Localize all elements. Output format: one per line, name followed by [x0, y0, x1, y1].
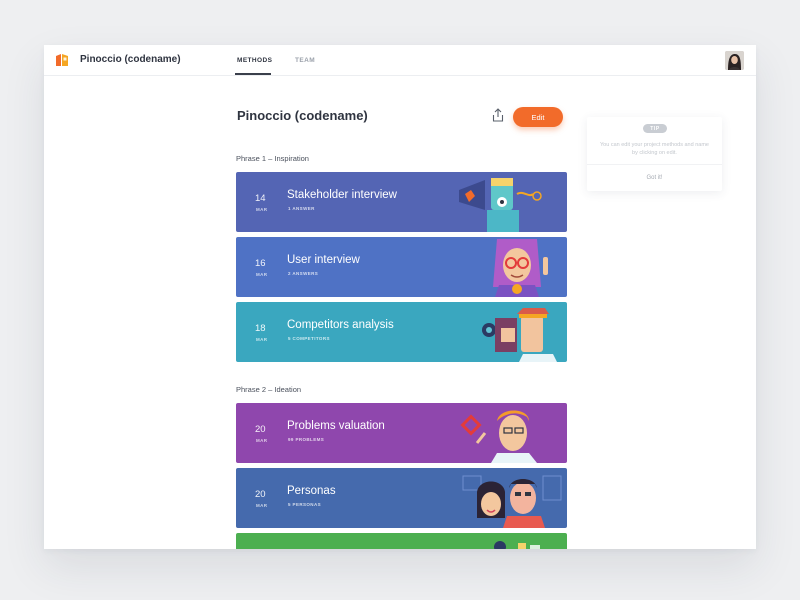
method-card-personas[interactable]: 20 MAR Personas 5 PERSONAS: [236, 468, 567, 528]
card-title: Personas: [287, 485, 336, 497]
page-title: Pinoccio (codename): [237, 108, 368, 123]
tip-divider: [587, 164, 722, 165]
next-card-illustration-icon: [494, 541, 540, 549]
method-card-competitors-analysis[interactable]: 18 MAR Competitors analysis 5 COMPETITOR…: [236, 302, 567, 362]
tip-text: You can edit your project methods and na…: [600, 142, 709, 156]
share-icon[interactable]: [492, 108, 504, 122]
edit-button[interactable]: Edit: [513, 107, 563, 127]
card-subtitle: 2 ANSWERS: [288, 271, 319, 276]
card-title: User interview: [287, 254, 360, 266]
card-subtitle: 99 PROBLEMS: [288, 437, 325, 442]
thinking-man-illustration-icon: [460, 410, 537, 463]
method-card-problems-valuation[interactable]: 20 MAR Problems valuation 99 PROBLEMS: [236, 403, 567, 463]
tip-popover: TIP You can edit your project methods an…: [587, 117, 722, 191]
card-title: Problems valuation: [287, 420, 385, 432]
card-day: 14: [255, 193, 266, 204]
card-day: 16: [255, 258, 266, 269]
method-card-user-interview[interactable]: 16 MAR User interview 2 ANSWERS: [236, 237, 567, 297]
app-logo-icon[interactable]: [55, 53, 69, 67]
card-month: MAR: [256, 272, 268, 277]
card-month: MAR: [256, 337, 268, 342]
got-it-button[interactable]: Got it!: [587, 175, 722, 181]
megaphone-character-illustration-icon: [459, 178, 542, 232]
card-subtitle: 1 ANSWER: [288, 206, 315, 211]
card-month: MAR: [256, 503, 268, 508]
card-title: Competitors analysis: [287, 319, 394, 331]
tab-team[interactable]: TEAM: [295, 57, 315, 64]
tip-badge: TIP: [643, 124, 667, 133]
app-title: Pinoccio (codename): [80, 54, 181, 65]
active-tab-indicator: [235, 73, 271, 75]
top-bar: Pinoccio (codename) METHODS TEAM: [44, 45, 756, 76]
phase-label-ideation: Phrase 2 – Ideation: [236, 385, 302, 394]
phase-label-inspiration: Phrase 1 – Inspiration: [236, 154, 309, 163]
card-day: 18: [255, 323, 266, 334]
method-card-next[interactable]: [236, 533, 567, 549]
card-month: MAR: [256, 207, 268, 212]
card-subtitle: 5 COMPETITORS: [288, 336, 330, 341]
binoculars-characters-illustration-icon: [482, 308, 557, 362]
card-month: MAR: [256, 438, 268, 443]
card-title: Stakeholder interview: [287, 189, 397, 201]
tab-methods[interactable]: METHODS: [237, 57, 272, 64]
personas-couple-illustration-icon: [462, 475, 562, 528]
method-card-stakeholder-interview[interactable]: 14 MAR Stakeholder interview 1 ANSWER: [236, 172, 567, 232]
card-subtitle: 5 PERSONAS: [288, 502, 322, 507]
app-window: Pinoccio (codename) METHODS TEAM Pinocci…: [44, 45, 756, 549]
avatar[interactable]: [725, 51, 744, 70]
card-day: 20: [255, 489, 266, 500]
glasses-girl-illustration-icon: [493, 239, 548, 297]
card-day: 20: [255, 424, 266, 435]
